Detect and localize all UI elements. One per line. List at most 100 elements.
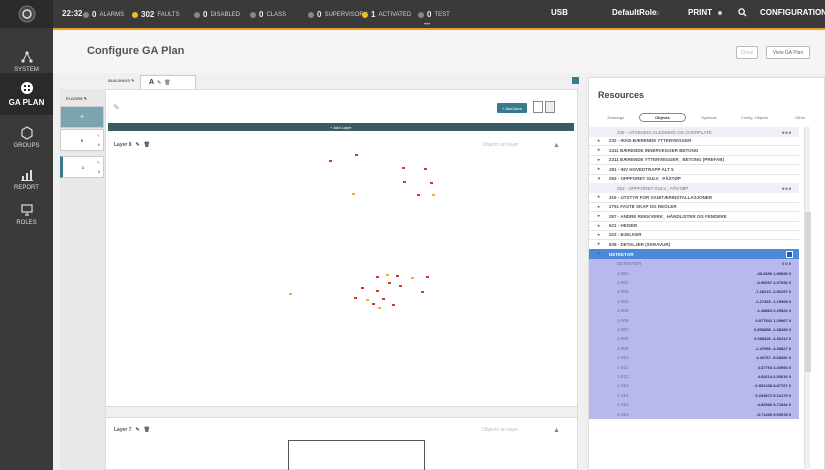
add-layer-button[interactable]: + Add Layer xyxy=(108,123,574,131)
chevron-right-icon[interactable]: ▸ xyxy=(589,223,609,229)
tab-drawings[interactable]: Drawings xyxy=(593,115,639,120)
plan-canvas[interactable]: ✎ + Add Area + Add Layer Layer 8 ✎ 🗑 Obj… xyxy=(105,89,578,470)
chevron-up-icon[interactable]: ▲ xyxy=(553,427,560,434)
chevron-right-icon[interactable]: ▸ xyxy=(589,241,609,247)
usb-status[interactable]: USB xyxy=(551,8,568,17)
activated-counter[interactable]: 1 ACTIVATED xyxy=(362,10,411,19)
chevron-right-icon[interactable]: ▸ xyxy=(589,232,609,238)
plan-marker[interactable] xyxy=(426,276,429,278)
chevron-down-icon[interactable]: ▾ xyxy=(589,251,609,257)
class-counter[interactable]: 0 CLASS xyxy=(250,10,286,19)
app-logo[interactable] xyxy=(0,0,53,28)
nav-ga-plan[interactable]: GA PLAN xyxy=(0,73,53,115)
chevron-right-icon[interactable]: ▸ xyxy=(589,213,609,219)
trash-icon[interactable]: 🗑 xyxy=(164,80,170,86)
chevron-right-icon[interactable]: ▸ xyxy=(589,204,609,210)
plan-marker[interactable] xyxy=(432,194,435,196)
trash-icon[interactable]: 🗑 xyxy=(144,427,150,433)
plan-marker[interactable] xyxy=(354,297,357,299)
edit-icon[interactable]: ✎ xyxy=(136,427,140,433)
row-label: 1-014 xyxy=(617,392,629,398)
configuration-button[interactable]: CONFIGURATION xyxy=(760,8,825,17)
faults-counter[interactable]: 302 FAULTS xyxy=(132,10,180,19)
plan-marker[interactable] xyxy=(382,298,385,300)
plan-marker[interactable] xyxy=(376,276,379,278)
edit-icon[interactable]: ✎ xyxy=(84,96,87,101)
search-icon[interactable] xyxy=(738,8,747,19)
select-all-icon[interactable] xyxy=(786,250,793,258)
plan-marker[interactable] xyxy=(361,287,364,289)
plan-marker[interactable] xyxy=(396,275,399,277)
edit-icon[interactable]: ✎ xyxy=(136,142,140,148)
alarms-counter[interactable]: 0 ALARMS xyxy=(83,10,124,19)
test-counter[interactable]: 0 TEST xyxy=(418,10,450,19)
tab-objects[interactable]: Objects xyxy=(638,112,687,122)
row-label: 232 - IKKE-BÆRENDE YTTERVEGGER xyxy=(609,138,692,144)
plan-marker[interactable] xyxy=(386,274,389,276)
plan-marker[interactable] xyxy=(417,194,420,196)
plan-marker[interactable] xyxy=(402,167,405,169)
plan-marker[interactable] xyxy=(421,291,424,293)
chevron-right-icon[interactable]: ▸ xyxy=(589,147,609,153)
print-button[interactable]: PRINT xyxy=(688,8,722,17)
ga-plan-icon xyxy=(20,82,33,94)
plan-marker[interactable] xyxy=(376,290,379,292)
plan-marker[interactable] xyxy=(355,154,358,156)
add-area-button[interactable]: + Add Area xyxy=(497,103,527,113)
plan-marker[interactable] xyxy=(403,181,406,183)
edit-icon[interactable]: ✎ xyxy=(131,78,134,83)
floor-item[interactable]: 1 ✎ 0 xyxy=(60,156,104,178)
edit-icon[interactable]: ✎ xyxy=(97,160,100,165)
detector-row[interactable]: 1-016 -5.71469 9.00578 0 xyxy=(589,409,799,419)
scrollbar-thumb[interactable] xyxy=(805,212,811,372)
trash-icon[interactable]: 🗑 xyxy=(144,142,150,148)
plan-marker[interactable] xyxy=(424,168,427,170)
floor-item[interactable]: 0 ✎ 0 xyxy=(60,129,104,151)
plan-marker[interactable] xyxy=(352,193,355,195)
tab-config-objects[interactable]: Config. Objects xyxy=(732,115,778,120)
row-label: 2751 FASTE SKAP OG REOLER xyxy=(609,204,677,210)
chevron-right-icon[interactable]: ▸ xyxy=(589,157,609,163)
left-nav: SYSTEM GA PLAN GROUPS REPORT ROLES xyxy=(0,28,53,470)
plan-marker[interactable] xyxy=(378,307,381,309)
plan-marker[interactable] xyxy=(366,299,369,301)
edit-icon[interactable]: ✎ xyxy=(157,80,161,86)
tab-building-a[interactable]: A ✎ 🗑 xyxy=(140,75,196,89)
role-selector[interactable]: DefaultRole xyxy=(612,8,656,17)
resources-scrollbar[interactable] xyxy=(804,127,811,470)
chevron-right-icon[interactable]: ▸ xyxy=(589,194,609,200)
tab-symbols[interactable]: Symbols xyxy=(686,115,732,120)
add-floor-button[interactable]: + xyxy=(60,106,104,128)
nav-roles[interactable]: ROLES xyxy=(0,193,53,235)
chevron-down-icon[interactable]: ▾ xyxy=(589,176,609,182)
plan-marker[interactable] xyxy=(388,282,391,284)
chevron-up-icon[interactable]: ▲ xyxy=(553,142,560,149)
panel-toggle-button[interactable] xyxy=(572,77,579,84)
chevron-right-icon[interactable]: ▸ xyxy=(589,138,609,144)
row-coordinates: 0.294872 9.16179 0 xyxy=(755,392,791,398)
plan-marker[interactable] xyxy=(411,277,414,279)
plan-marker[interactable] xyxy=(392,304,395,306)
row-label: 2411 BÆRENDE INNERVEGGER BETONG xyxy=(609,147,699,153)
plan-marker[interactable] xyxy=(372,303,375,305)
close-button[interactable]: Close xyxy=(736,46,758,59)
list-view-icon[interactable] xyxy=(545,101,555,113)
plan-marker[interactable] xyxy=(329,160,332,162)
disabled-counter[interactable]: 0 DISABLED xyxy=(194,10,240,19)
grid-view-icon[interactable] xyxy=(533,101,543,113)
plan-marker[interactable] xyxy=(430,182,433,184)
row-coordinates: 4.62614 6.93616 0 xyxy=(757,373,791,379)
edit-icon[interactable]: ✎ xyxy=(97,133,100,138)
plan-marker[interactable] xyxy=(399,285,402,287)
view-ga-plan-button[interactable]: View GA Plan xyxy=(766,46,810,59)
pencil-icon[interactable]: ✎ xyxy=(113,103,120,112)
print-status-dot xyxy=(718,10,722,15)
tab-other[interactable]: Other xyxy=(777,115,823,120)
brightness-icon[interactable]: ☼ xyxy=(653,8,660,17)
plan-marker[interactable] xyxy=(289,293,292,295)
row-label: 1-013 xyxy=(617,383,629,389)
row-label: 1-005 xyxy=(617,308,629,314)
nav-groups[interactable]: GROUPS xyxy=(0,116,53,158)
chevron-right-icon[interactable]: ▸ xyxy=(589,166,609,172)
supervisory-counter[interactable]: 0 SUPERVISORY xyxy=(308,10,368,19)
